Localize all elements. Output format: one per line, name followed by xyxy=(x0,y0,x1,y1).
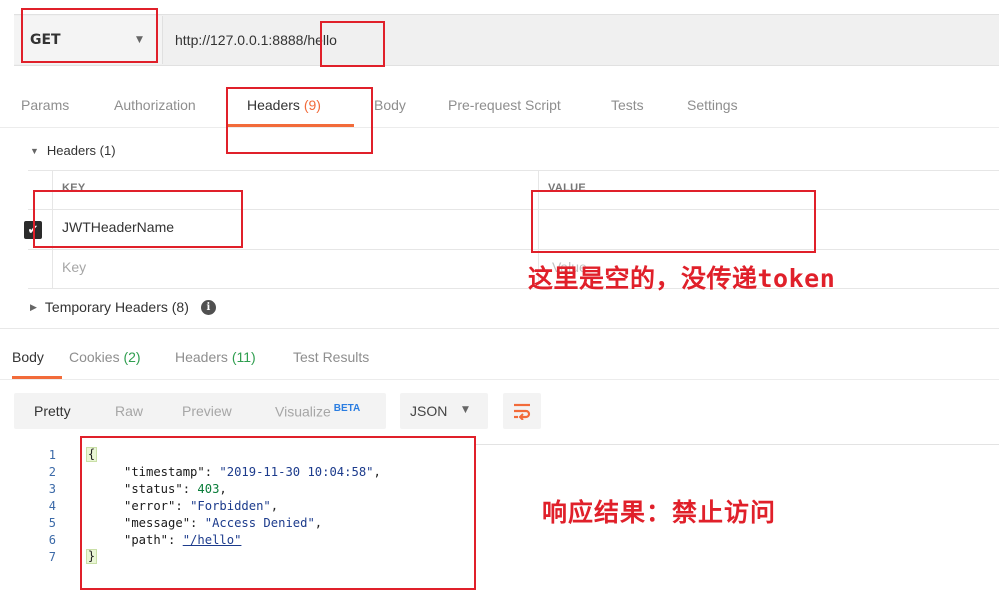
tab-headers-count: (9) xyxy=(303,97,321,113)
json-value: "2019-11-30 10:04:58" xyxy=(219,465,374,479)
json-value: "Access Denied" xyxy=(204,516,315,530)
highlight-box xyxy=(531,190,816,253)
line-number: 2 xyxy=(48,465,56,479)
divider xyxy=(162,16,163,64)
highlight-box xyxy=(80,436,476,590)
wrap-lines-button[interactable] xyxy=(503,393,541,429)
divider xyxy=(0,127,999,128)
line-number: 7 xyxy=(48,550,56,564)
temporary-headers-label: Temporary Headers (8) xyxy=(44,299,189,315)
divider xyxy=(0,379,999,380)
tab-authorization[interactable]: Authorization xyxy=(114,97,196,113)
divider xyxy=(28,209,999,210)
new-header-key-input[interactable]: Key xyxy=(62,259,86,275)
view-visualize-label: Visualize xyxy=(275,403,331,420)
code-line-status: "status": 403, xyxy=(124,482,227,496)
response-tab-test-results[interactable]: Test Results xyxy=(293,349,369,365)
line-number: 4 xyxy=(48,499,56,513)
json-key: "error" xyxy=(124,499,176,513)
tab-body[interactable]: Body xyxy=(374,97,406,113)
view-raw-button[interactable]: Raw xyxy=(115,403,143,419)
url-input[interactable]: http://127.0.0.1:8888/hello xyxy=(175,26,337,54)
divider xyxy=(28,249,999,250)
method-label: GET xyxy=(30,32,61,48)
tab-headers[interactable]: Headers (9) xyxy=(247,97,321,113)
tab-pre-request-script[interactable]: Pre-request Script xyxy=(448,97,561,113)
json-value: 403 xyxy=(197,482,220,496)
line-number: 6 xyxy=(48,533,56,547)
method-select[interactable]: GET ▼ xyxy=(14,16,162,64)
response-tab-headers-count: (11) xyxy=(231,349,256,365)
temporary-headers-toggle[interactable]: ▶ Temporary Headers (8) i xyxy=(30,299,216,315)
divider xyxy=(28,288,999,289)
response-tab-cookies[interactable]: Cookies (2) xyxy=(69,349,141,365)
view-preview-button[interactable]: Preview xyxy=(182,403,232,419)
response-tab-cookies-label: Cookies xyxy=(69,349,120,365)
line-number: 5 xyxy=(48,516,56,530)
divider xyxy=(52,171,53,288)
code-line-timestamp: "timestamp": "2019-11-30 10:04:58", xyxy=(124,465,381,479)
response-tab-headers[interactable]: Headers (11) xyxy=(175,349,256,365)
beta-badge: BETA xyxy=(333,403,361,414)
chevron-down-icon: ▼ xyxy=(462,405,469,415)
response-tab-headers-label: Headers xyxy=(175,349,228,365)
close-brace: } xyxy=(86,549,97,564)
column-header-value: VALUE xyxy=(548,182,586,194)
json-key: "message" xyxy=(124,516,191,530)
headers-section-toggle[interactable]: ▼ Headers (1) xyxy=(30,143,116,158)
open-brace: { xyxy=(86,447,97,462)
view-pretty-button[interactable]: Pretty xyxy=(34,403,71,419)
check-icon: ✔ xyxy=(27,222,39,238)
json-key: "status" xyxy=(124,482,183,496)
annotation-result: 响应结果：禁止访问 xyxy=(542,498,777,527)
response-tab-cookies-count: (2) xyxy=(123,349,141,365)
tab-headers-label: Headers xyxy=(247,97,300,113)
chevron-down-icon: ▼ xyxy=(136,35,143,45)
json-link-value[interactable]: "/hello" xyxy=(183,533,242,547)
triangle-right-icon: ▶ xyxy=(30,301,37,312)
code-line-message: "message": "Access Denied", xyxy=(124,516,323,530)
tab-params[interactable]: Params xyxy=(21,97,69,113)
divider xyxy=(0,328,999,329)
header-key-input[interactable]: JWTHeaderName xyxy=(62,219,174,235)
tab-tests[interactable]: Tests xyxy=(611,97,644,113)
info-icon[interactable]: i xyxy=(200,299,216,315)
annotation-empty-value: 这里是空的，没传递token xyxy=(528,264,836,293)
divider xyxy=(28,170,999,171)
code-line-path: "path": "/hello" xyxy=(124,533,242,547)
json-value: "Forbidden" xyxy=(190,499,271,513)
wrap-icon xyxy=(514,403,531,420)
line-number: 1 xyxy=(48,448,56,462)
divider xyxy=(476,444,999,445)
triangle-down-icon: ▼ xyxy=(30,145,39,156)
json-key: "timestamp" xyxy=(124,465,205,479)
headers-section-title: Headers (1) xyxy=(46,143,116,158)
header-enabled-checkbox[interactable]: ✔ xyxy=(24,221,42,239)
tab-settings[interactable]: Settings xyxy=(687,97,738,113)
code-line-error: "error": "Forbidden", xyxy=(124,499,279,513)
format-label: JSON xyxy=(410,403,448,419)
column-header-key: KEY xyxy=(62,182,86,194)
line-number: 3 xyxy=(48,482,56,496)
view-visualize-button[interactable]: Visualize BETA xyxy=(275,403,360,420)
json-key: "path" xyxy=(124,533,169,547)
response-tab-body[interactable]: Body xyxy=(12,349,44,365)
